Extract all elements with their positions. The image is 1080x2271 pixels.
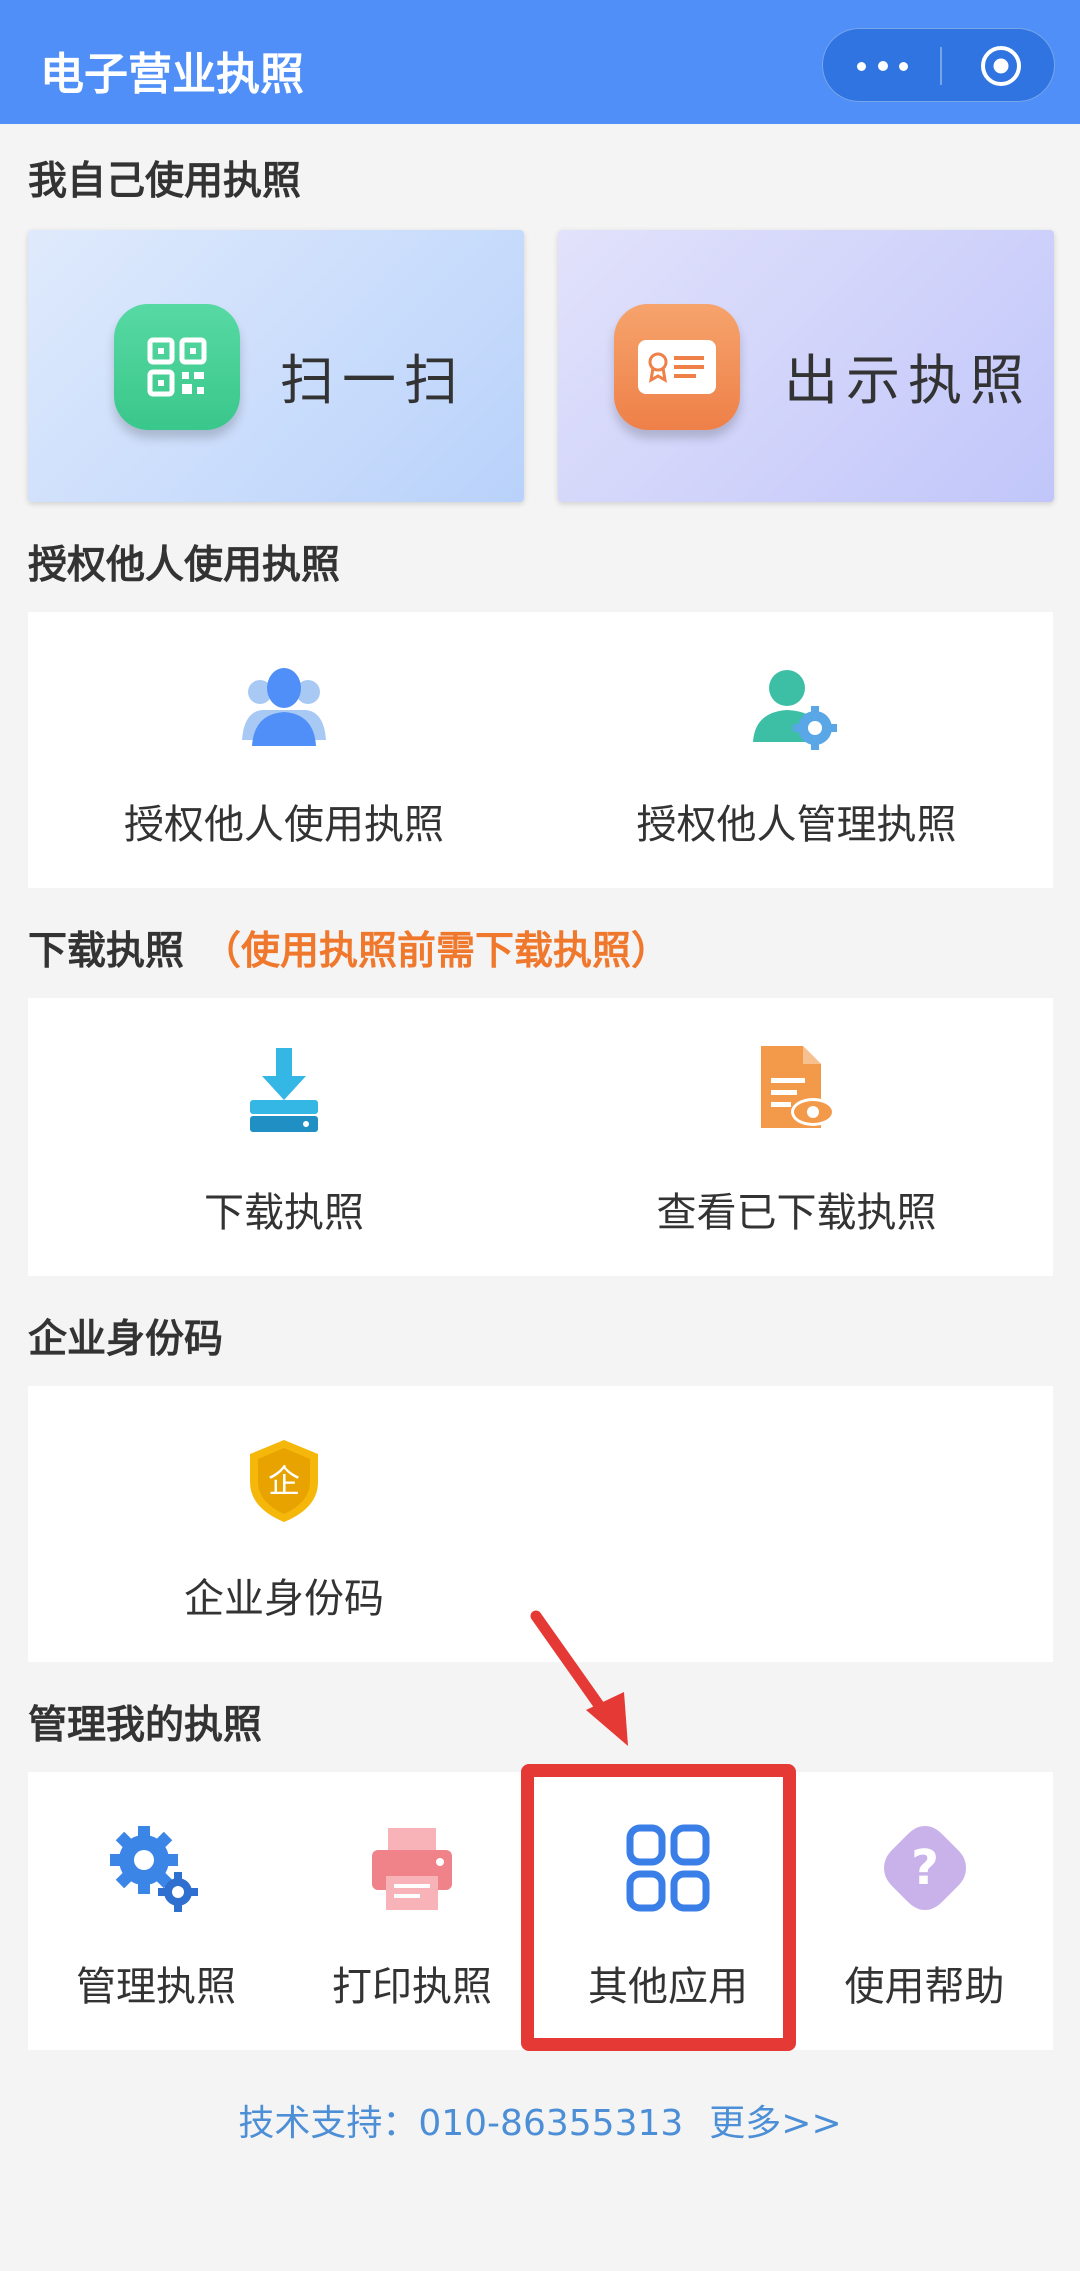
show-license-label: 出示执照 [784,349,1032,412]
authorize-card: 授权他人使用执照 授权他人管理执照 [28,612,1053,888]
print-license-label: 打印执照 [332,1964,492,2010]
certificate-icon [614,304,740,430]
close-miniprogram-icon[interactable] [979,44,1023,88]
identity-code-label: 企业身份码 [184,1576,384,1622]
section-title-manage: 管理我的执照 [28,1703,263,1748]
help-icon-char: ? [911,1840,939,1896]
capsule-divider [940,47,942,85]
manage-license-item[interactable]: 管理执照 [28,1772,284,2050]
download-tray-icon [250,1048,318,1132]
authorize-use-item[interactable]: 授权他人使用执照 [28,612,540,888]
footer: 技术支持：010-86355313 更多>> [0,2094,1080,2146]
shield-enterprise-icon: 企 [250,1440,318,1522]
download-item[interactable]: 下载执照 [28,998,540,1276]
top-bar: 电子营业执照 [0,0,1080,124]
scan-label: 扫一扫 [280,349,466,412]
download-section-label: 下载执照 [28,929,185,974]
question-icon: ? [884,1826,966,1910]
annotation-highlight-box [521,1764,796,2051]
page-title: 电子营业执照 [40,49,304,100]
download-note: （使用执照前需下载执照） [202,929,671,974]
section-title-download: 下载执照 （使用执照前需下载执照） [28,920,670,976]
user-gear-icon [753,670,837,750]
help-label: 使用帮助 [844,1964,1005,2010]
scan-card[interactable]: 扫一扫 [28,230,524,502]
mini-program-capsule [822,28,1055,102]
qr-code-icon [114,304,240,430]
download-card: 下载执照 查看已下载执照 [28,998,1053,1276]
identity-icon-char: 企 [268,1462,300,1500]
gears-icon [110,1826,198,1912]
view-downloaded-item[interactable]: 查看已下载执照 [540,998,1053,1276]
help-item[interactable]: ? 使用帮助 [796,1772,1053,2050]
identity-code-item[interactable]: 企 企业身份码 [28,1386,540,1662]
view-downloaded-label: 查看已下载执照 [656,1190,937,1236]
authorize-use-label: 授权他人使用执照 [124,802,444,848]
section-title-authorize: 授权他人使用执照 [28,543,341,588]
printer-icon [372,1828,452,1910]
show-license-card[interactable]: 出示执照 [558,230,1054,502]
annotation-arrow [530,1610,628,1746]
section-title-self-use: 我自己使用执照 [28,159,302,204]
document-eye-icon [761,1046,835,1128]
download-label: 下载执照 [204,1190,364,1236]
authorize-manage-item[interactable]: 授权他人管理执照 [540,612,1053,888]
section-title-identity: 企业身份码 [28,1317,224,1362]
users-icon [242,668,326,746]
support-text: 技术支持：010-86355313 [238,2103,684,2144]
more-options-icon[interactable] [853,49,913,83]
more-link[interactable]: 更多>> [709,2103,841,2144]
manage-license-label: 管理执照 [76,1964,236,2010]
print-license-item[interactable]: 打印执照 [284,1772,540,2050]
authorize-manage-label: 授权他人管理执照 [636,802,957,848]
